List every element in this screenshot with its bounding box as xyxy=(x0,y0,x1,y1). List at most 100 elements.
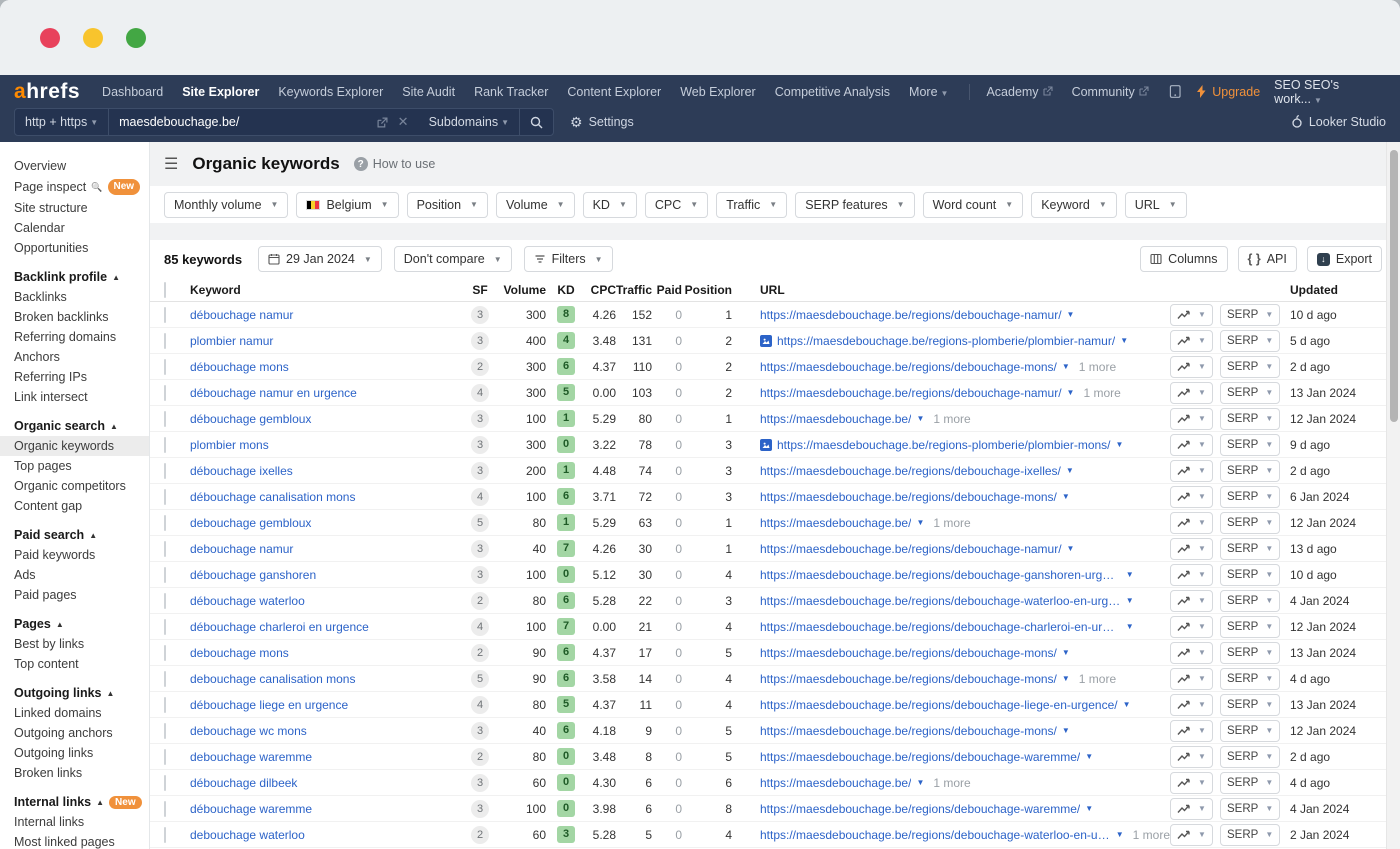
sidebar-item-link-intersect[interactable]: Link intersect xyxy=(0,387,149,407)
url-link[interactable]: https://maesdebouchage.be/regions-plombe… xyxy=(777,334,1115,348)
position-history-button[interactable]: ▼ xyxy=(1170,824,1213,846)
row-checkbox[interactable] xyxy=(164,801,166,817)
keyword-link[interactable]: débouchage dilbeek xyxy=(190,776,460,790)
serp-button[interactable]: SERP▼ xyxy=(1220,720,1280,742)
url-link[interactable]: https://maesdebouchage.be/regions/debouc… xyxy=(760,308,1062,322)
chevron-down-icon[interactable]: ▼ xyxy=(1062,362,1070,371)
sidebar-item-organic-keywords[interactable]: Organic keywords xyxy=(0,436,149,456)
keyword-link[interactable]: débouchage mons xyxy=(190,360,460,374)
date-picker[interactable]: 29 Jan 2024▼ xyxy=(258,246,382,272)
sidebar-item-internal-links[interactable]: Internal links xyxy=(0,812,149,832)
keyword-link[interactable]: débouchage gembloux xyxy=(190,412,460,426)
keyword-link[interactable]: débouchage liege en urgence xyxy=(190,698,460,712)
keyword-link[interactable]: débouchage namur en urgence xyxy=(190,386,460,400)
position-history-button[interactable]: ▼ xyxy=(1170,772,1213,794)
serp-button[interactable]: SERP▼ xyxy=(1220,408,1280,430)
serp-button[interactable]: SERP▼ xyxy=(1220,538,1280,560)
keyword-link[interactable]: plombier mons xyxy=(190,438,460,452)
keyword-link[interactable]: debouchage gembloux xyxy=(190,516,460,530)
url-link[interactable]: https://maesdebouchage.be/ xyxy=(760,412,911,426)
position-history-button[interactable]: ▼ xyxy=(1170,720,1213,742)
more-urls-link[interactable]: 1 more xyxy=(933,412,970,426)
url-link[interactable]: https://maesdebouchage.be/regions/debouc… xyxy=(760,646,1057,660)
nav-item-dashboard[interactable]: Dashboard xyxy=(102,85,163,99)
position-history-button[interactable]: ▼ xyxy=(1170,798,1213,820)
nav-item-more[interactable]: More▼ xyxy=(909,85,948,99)
row-checkbox[interactable] xyxy=(164,671,166,687)
sidebar-section-paid-search[interactable]: Paid search▲ xyxy=(0,516,149,545)
keyword-link[interactable]: débouchage namur xyxy=(190,308,460,322)
row-checkbox[interactable] xyxy=(164,697,166,713)
sidebar-item-referring-ips[interactable]: Referring IPs xyxy=(0,367,149,387)
minimize-window-button[interactable] xyxy=(83,28,103,48)
row-checkbox[interactable] xyxy=(164,749,166,765)
row-checkbox[interactable] xyxy=(164,619,166,635)
url-link[interactable]: https://maesdebouchage.be/regions/debouc… xyxy=(760,542,1062,556)
nav-item-content-explorer[interactable]: Content Explorer xyxy=(567,85,661,99)
url-link[interactable]: https://maesdebouchage.be/regions/debouc… xyxy=(760,698,1118,712)
row-checkbox[interactable] xyxy=(164,541,166,557)
serp-button[interactable]: SERP▼ xyxy=(1220,590,1280,612)
serp-button[interactable]: SERP▼ xyxy=(1220,512,1280,534)
column-header-cpc[interactable]: CPC xyxy=(586,283,616,297)
chevron-down-icon[interactable]: ▼ xyxy=(1120,336,1128,345)
position-history-button[interactable]: ▼ xyxy=(1170,304,1213,326)
more-urls-link[interactable]: 1 more xyxy=(933,516,970,530)
url-link[interactable]: https://maesdebouchage.be/regions-plombe… xyxy=(777,438,1111,452)
chevron-down-icon[interactable]: ▼ xyxy=(1123,700,1131,709)
sidebar-section-outgoing-links[interactable]: Outgoing links▲ xyxy=(0,674,149,703)
row-checkbox[interactable] xyxy=(164,645,166,661)
keyword-link[interactable]: plombier namur xyxy=(190,334,460,348)
url-link[interactable]: https://maesdebouchage.be/regions/debouc… xyxy=(760,464,1061,478)
row-checkbox[interactable] xyxy=(164,463,166,479)
ahrefs-logo[interactable]: ahrefs xyxy=(14,80,80,104)
close-window-button[interactable] xyxy=(40,28,60,48)
row-checkbox[interactable] xyxy=(164,567,166,583)
chevron-down-icon[interactable]: ▼ xyxy=(1067,544,1075,553)
serp-button[interactable]: SERP▼ xyxy=(1220,694,1280,716)
position-history-button[interactable]: ▼ xyxy=(1170,564,1213,586)
url-link[interactable]: https://maesdebouchage.be/regions/debouc… xyxy=(760,386,1062,400)
column-header-paid[interactable]: Paid xyxy=(652,283,682,297)
serp-button[interactable]: SERP▼ xyxy=(1220,668,1280,690)
column-header-position[interactable]: Position xyxy=(682,283,732,297)
row-checkbox[interactable] xyxy=(164,411,166,427)
keyword-link[interactable]: debouchage waremme xyxy=(190,750,460,764)
url-link[interactable]: https://maesdebouchage.be/ xyxy=(760,516,911,530)
url-link[interactable]: https://maesdebouchage.be/regions/debouc… xyxy=(760,750,1080,764)
url-link[interactable]: https://maesdebouchage.be/regions/debouc… xyxy=(760,620,1121,634)
keyword-link[interactable]: debouchage mons xyxy=(190,646,460,660)
chevron-down-icon[interactable]: ▼ xyxy=(916,518,924,527)
nav-item-web-explorer[interactable]: Web Explorer xyxy=(680,85,756,99)
row-checkbox[interactable] xyxy=(164,359,166,375)
keyword-link[interactable]: débouchage waremme xyxy=(190,802,460,816)
more-urls-link[interactable]: 1 more xyxy=(1079,360,1116,374)
keyword-link[interactable]: debouchage wc mons xyxy=(190,724,460,738)
sidebar-section-internal-links[interactable]: Internal links▲New xyxy=(0,783,149,812)
settings-button[interactable]: ⚙Settings xyxy=(570,114,634,131)
column-header-traffic[interactable]: Traffic xyxy=(616,283,652,297)
row-checkbox[interactable] xyxy=(164,437,166,453)
column-header-sf[interactable]: SF xyxy=(460,283,500,297)
filter-monthly-volume[interactable]: Monthly volume▼ xyxy=(164,192,288,218)
sidebar-item-overview[interactable]: Overview xyxy=(0,156,149,176)
serp-button[interactable]: SERP▼ xyxy=(1220,460,1280,482)
row-checkbox[interactable] xyxy=(164,515,166,531)
keyword-link[interactable]: debouchage waterloo xyxy=(190,828,460,842)
chevron-down-icon[interactable]: ▼ xyxy=(1116,830,1124,839)
position-history-button[interactable]: ▼ xyxy=(1170,486,1213,508)
filter-position[interactable]: Position▼ xyxy=(407,192,488,218)
scrollbar-thumb[interactable] xyxy=(1390,150,1398,422)
position-history-button[interactable]: ▼ xyxy=(1170,694,1213,716)
keyword-link[interactable]: débouchage ganshoren xyxy=(190,568,460,582)
chevron-down-icon[interactable]: ▼ xyxy=(1066,466,1074,475)
chevron-down-icon[interactable]: ▼ xyxy=(916,778,924,787)
position-history-button[interactable]: ▼ xyxy=(1170,668,1213,690)
sidebar-section-organic-search[interactable]: Organic search▲ xyxy=(0,407,149,436)
more-urls-link[interactable]: 1 more xyxy=(933,776,970,790)
api-button[interactable]: { } API xyxy=(1238,246,1297,272)
nav-academy[interactable]: Academy xyxy=(986,85,1052,99)
column-header-keyword[interactable]: Keyword xyxy=(190,283,460,297)
column-header-volume[interactable]: Volume xyxy=(500,283,546,297)
sidebar-item-linked-domains[interactable]: Linked domains xyxy=(0,703,149,723)
